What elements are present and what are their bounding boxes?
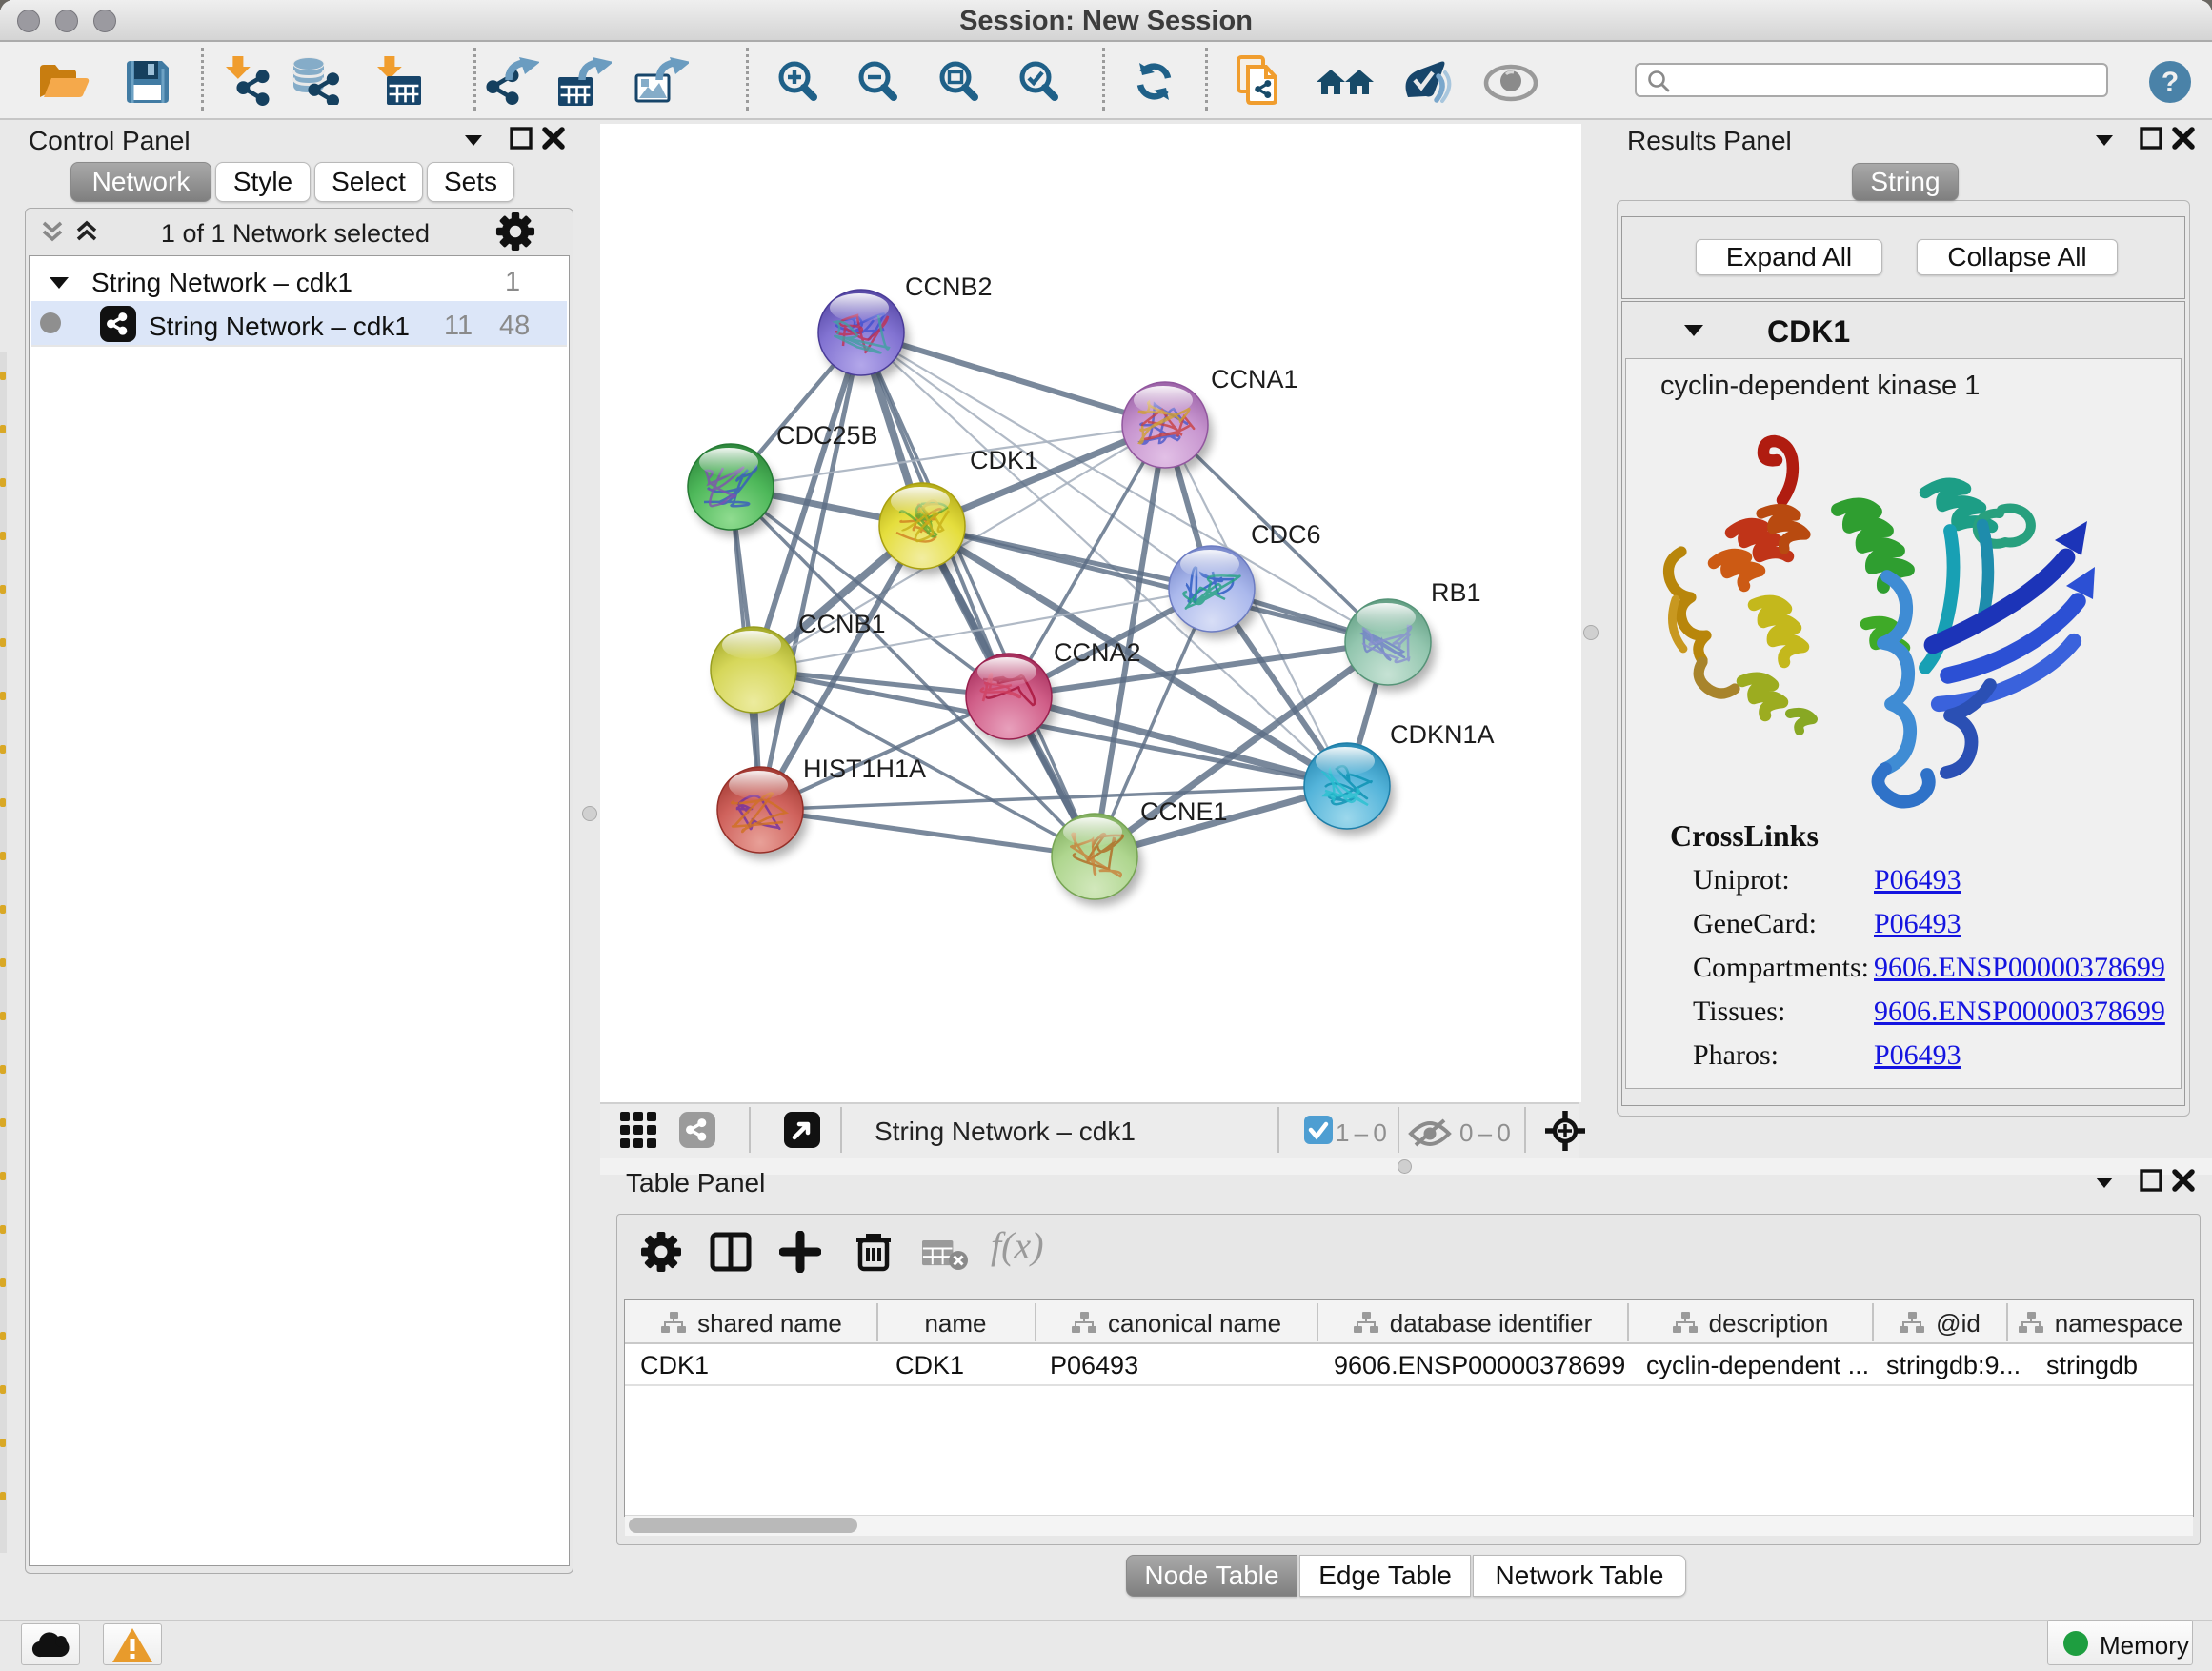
svg-text:CCNA2: CCNA2 xyxy=(1054,638,1141,667)
svg-text:?: ? xyxy=(2162,67,2179,98)
svg-text:RB1: RB1 xyxy=(1431,578,1481,607)
svg-text:CDC6: CDC6 xyxy=(1251,520,1321,549)
svg-text:CDK1: CDK1 xyxy=(970,446,1038,474)
svg-text:CCNB1: CCNB1 xyxy=(798,610,886,638)
svg-text:CCNE1: CCNE1 xyxy=(1140,797,1228,826)
svg-text:CCNA1: CCNA1 xyxy=(1211,365,1298,393)
svg-text:CCNB2: CCNB2 xyxy=(905,272,993,301)
svg-text:CDKN1A: CDKN1A xyxy=(1390,720,1495,749)
svg-text:HIST1H1A: HIST1H1A xyxy=(803,755,926,783)
svg-text:CDC25B: CDC25B xyxy=(776,421,878,450)
